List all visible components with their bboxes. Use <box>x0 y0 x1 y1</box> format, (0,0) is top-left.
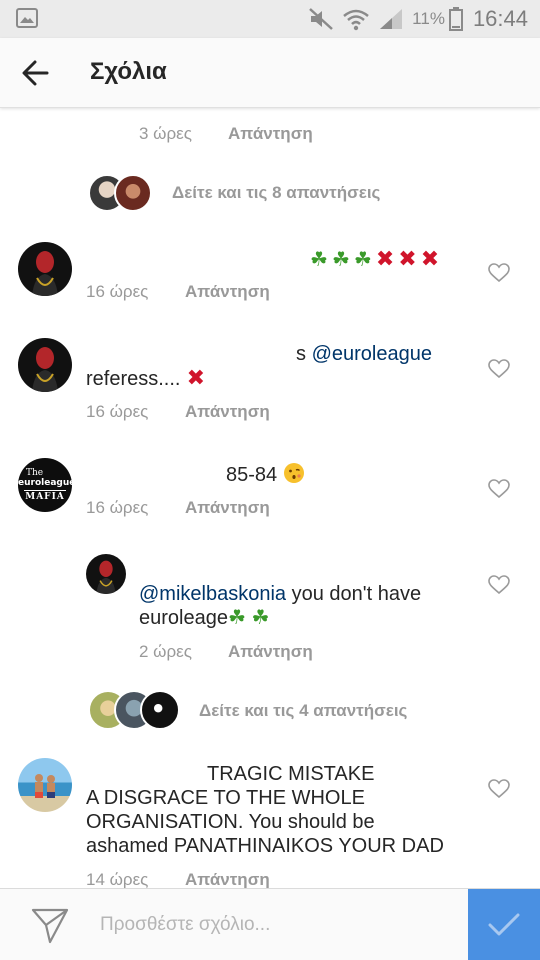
status-bar: 11% 16:44 <box>0 0 540 38</box>
avatar[interactable] <box>18 758 72 812</box>
avatar[interactable]: The euroleague MAFIA <box>18 458 72 512</box>
view-replies-label: Δείτε και τις 8 απαντήσεις <box>172 183 381 202</box>
clover-emoji: ☘ <box>331 249 350 271</box>
direct-send-icon[interactable] <box>30 907 70 945</box>
reply-button[interactable]: Απάντηση <box>185 402 270 422</box>
comment-text-line2: euroleage☘ ☘ <box>139 607 270 629</box>
cross-mark-emoji: ✖ <box>420 246 440 271</box>
mention-link[interactable]: @euroleague <box>312 343 432 365</box>
view-replies-button[interactable]: Δείτε και τις 4 απαντήσεις <box>88 690 508 732</box>
like-heart-icon[interactable] <box>488 575 510 595</box>
comment-time: 3 ώρες <box>139 124 192 143</box>
cross-mark-emoji: ✖ <box>398 246 417 271</box>
comment-text: 85-84 <box>226 462 305 487</box>
avatar-badge-line1: The <box>26 468 44 478</box>
signal-icon <box>380 9 403 29</box>
comment-text-line1: s @euroleague <box>296 343 432 365</box>
comment-time: 16 ώρες <box>86 498 149 517</box>
avatar-image <box>32 251 58 296</box>
comments-list[interactable]: 3 ώρες Απάντηση Δείτε και τις 8 απαντήσε… <box>0 108 540 888</box>
avatar-image <box>35 774 55 798</box>
comment-text-line4: ashamed PANATHINAIKOS YOUR DAD <box>86 835 444 857</box>
avatar[interactable] <box>18 338 72 392</box>
avatar-badge-line2: euroleague <box>18 478 72 488</box>
mention-link[interactable]: @mikelbaskonia <box>139 583 286 605</box>
back-arrow-icon <box>22 60 49 86</box>
gallery-notification-icon <box>16 8 38 28</box>
reply-button[interactable]: Απάντηση <box>228 124 313 144</box>
like-heart-icon[interactable] <box>488 359 510 379</box>
comment-composer <box>0 888 540 960</box>
cross-mark-emoji: ✖ <box>180 365 206 390</box>
comment-input[interactable] <box>100 907 450 943</box>
comment-text-line1: @mikelbaskonia you don't have <box>139 583 422 605</box>
status-time: 16:44 <box>472 6 528 31</box>
comment-time: 16 ώρες <box>86 282 149 301</box>
reply-button[interactable]: Απάντηση <box>185 498 270 518</box>
avatar-badge-line3: MAFIA <box>24 490 66 502</box>
battery-percent: 11% <box>412 9 445 28</box>
comment-text: ☘ ☘ ☘ ✖ ✖ ✖ <box>310 246 443 272</box>
comment-time: 14 ώρες <box>86 870 149 888</box>
reply-button[interactable]: Απάντηση <box>185 870 270 888</box>
page-title: Σχόλια <box>90 58 167 85</box>
avatar-image <box>32 347 58 392</box>
view-replies-label: Δείτε και τις 4 απαντήσεις <box>199 701 408 720</box>
comment-text-line2: referess.... ✖ <box>86 365 206 391</box>
kissing-face-emoji <box>283 463 304 483</box>
mute-icon <box>309 8 334 30</box>
avatar[interactable] <box>18 242 72 296</box>
like-heart-icon[interactable] <box>488 263 510 283</box>
app-bar: Σχόλια <box>0 38 540 108</box>
like-heart-icon[interactable] <box>488 779 510 799</box>
comment-text-line3: ORGANISATION. You should be <box>86 811 375 833</box>
avatar <box>114 174 152 212</box>
back-button[interactable] <box>10 50 60 96</box>
avatar <box>140 690 180 730</box>
comment-text-line1: TRAGIC MISTAKE <box>207 763 375 785</box>
like-heart-icon[interactable] <box>488 479 510 499</box>
checkmark-icon <box>488 913 520 936</box>
reply-button[interactable]: Απάντηση <box>228 642 313 662</box>
comment-time: 16 ώρες <box>86 402 149 421</box>
clover-emoji: ☘ ☘ <box>227 607 270 629</box>
avatar[interactable] <box>86 554 126 594</box>
view-replies-button[interactable]: Δείτε και τις 8 απαντήσεις <box>88 174 488 214</box>
reply-button[interactable]: Απάντηση <box>185 282 270 302</box>
post-comment-button[interactable] <box>468 889 540 960</box>
wifi-icon <box>343 9 369 31</box>
clover-emoji: ☘ <box>353 249 372 271</box>
clover-emoji: ☘ <box>310 249 328 271</box>
comment-time: 2 ώρες <box>139 642 192 661</box>
avatar-image <box>96 560 116 594</box>
cross-mark-emoji: ✖ <box>375 246 395 271</box>
battery-icon <box>448 7 463 31</box>
comment-text-line2: A DISGRACE TO THE WHOLE <box>86 787 365 809</box>
